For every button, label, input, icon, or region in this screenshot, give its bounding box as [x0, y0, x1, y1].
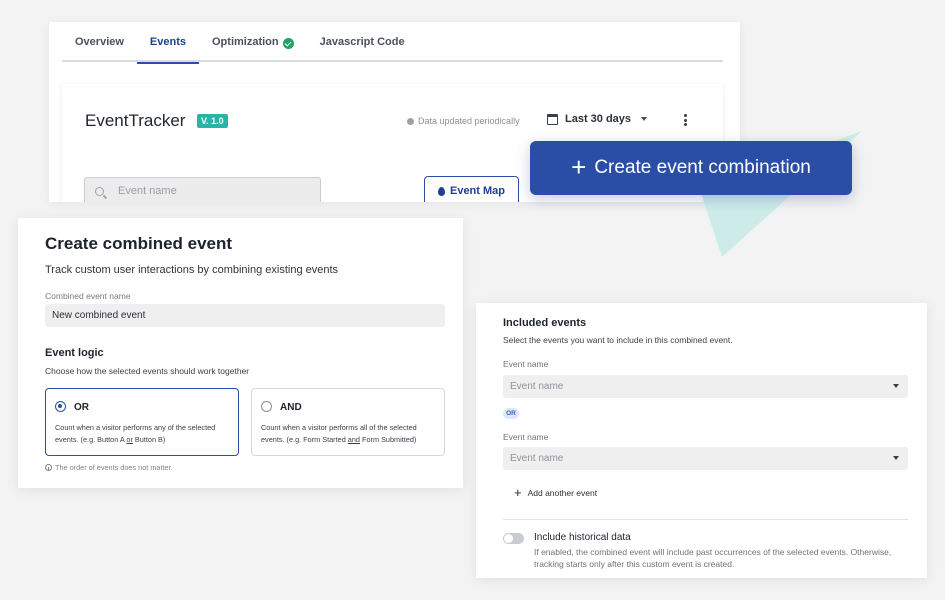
drop-icon: [437, 186, 445, 196]
add-event-label: Add another event: [527, 487, 598, 498]
tab-label: Optimization: [212, 36, 279, 48]
status-dot-icon: [407, 117, 414, 125]
historical-data-title: Include historical data: [534, 532, 631, 543]
date-range-label: Last 30 days: [565, 113, 632, 125]
check-circle-icon: [282, 37, 294, 49]
tab-overview[interactable]: Overview: [62, 22, 137, 62]
tab-events[interactable]: Events: [136, 22, 200, 64]
create-event-combination-button[interactable]: + Create event combination: [530, 141, 852, 195]
included-events-panel: Included events Select the events you wa…: [476, 303, 927, 578]
date-range-selector[interactable]: Last 30 days: [547, 113, 648, 125]
calendar-icon: [547, 113, 558, 125]
create-combined-event-panel: Create combined event Track custom user …: [18, 218, 463, 488]
page-title: EventTracker: [85, 111, 186, 130]
search-input[interactable]: [118, 185, 308, 197]
option-description: Count when a visitor performs all of the…: [261, 423, 417, 444]
info-icon: [45, 464, 52, 471]
plus-icon: +: [514, 485, 522, 500]
tab-bar: Overview Events Optimization Javascript …: [62, 22, 723, 64]
event-name-label: Event name: [503, 432, 549, 442]
combined-name-label: Combined event name: [45, 291, 131, 301]
event-logic-desc: Choose how the selected events should wo…: [45, 366, 250, 376]
combined-name-input[interactable]: [45, 304, 445, 327]
event-map-label: Event Map: [449, 185, 505, 197]
tab-javascript-code[interactable]: Javascript Code: [307, 22, 418, 62]
tab-optimization[interactable]: Optimization: [199, 22, 307, 62]
data-status: Data updated periodically: [407, 116, 520, 126]
option-label: OR: [74, 402, 89, 413]
logic-option-and[interactable]: AND Count when a visitor performs all of…: [251, 388, 445, 456]
event-logic-title: Event logic: [45, 347, 104, 359]
or-chip: OR: [503, 408, 519, 419]
event-name-label: Event name: [503, 359, 549, 369]
add-another-event-button[interactable]: + Add another event: [514, 486, 597, 499]
tab-label: Overview: [75, 36, 124, 48]
event-select-placeholder: Event name: [510, 381, 564, 392]
tab-label: Events: [149, 36, 186, 48]
panel-subtitle: Track custom user interactions by combin…: [45, 264, 339, 276]
historical-data-toggle[interactable]: [503, 533, 524, 544]
historical-data-desc: If enabled, the combined event will incl…: [534, 547, 892, 569]
order-note: The order of events does not matter.: [45, 463, 173, 472]
chevron-down-icon: [893, 456, 899, 460]
more-options-icon[interactable]: [684, 114, 688, 126]
chevron-down-icon: [893, 384, 899, 388]
version-badge: V. 1.0: [197, 114, 228, 128]
order-note-text: The order of events does not matter.: [55, 463, 173, 472]
option-label: AND: [280, 402, 302, 413]
panel-title: Create combined event: [45, 234, 233, 253]
option-description: Count when a visitor performs any of the…: [55, 423, 216, 444]
tab-label: Javascript Code: [319, 36, 405, 48]
included-events-title: Included events: [503, 317, 587, 329]
logic-option-or[interactable]: OR Count when a visitor performs any of …: [45, 388, 239, 456]
event-select-2[interactable]: Event name: [503, 447, 908, 470]
event-select-placeholder: Event name: [510, 453, 564, 464]
radio-unselected-icon[interactable]: [261, 401, 272, 412]
event-search: [84, 177, 321, 202]
included-events-subtitle: Select the events you want to include in…: [503, 335, 733, 345]
create-button-label: Create event combination: [594, 157, 811, 178]
divider: [503, 519, 908, 520]
search-icon: [95, 186, 104, 196]
event-map-button[interactable]: Event Map: [424, 176, 519, 202]
data-status-text: Data updated periodically: [418, 116, 520, 126]
radio-selected-icon[interactable]: [55, 401, 66, 412]
plus-icon: +: [571, 152, 587, 182]
chevron-down-icon: [641, 117, 648, 121]
event-select-1[interactable]: Event name: [503, 375, 908, 398]
